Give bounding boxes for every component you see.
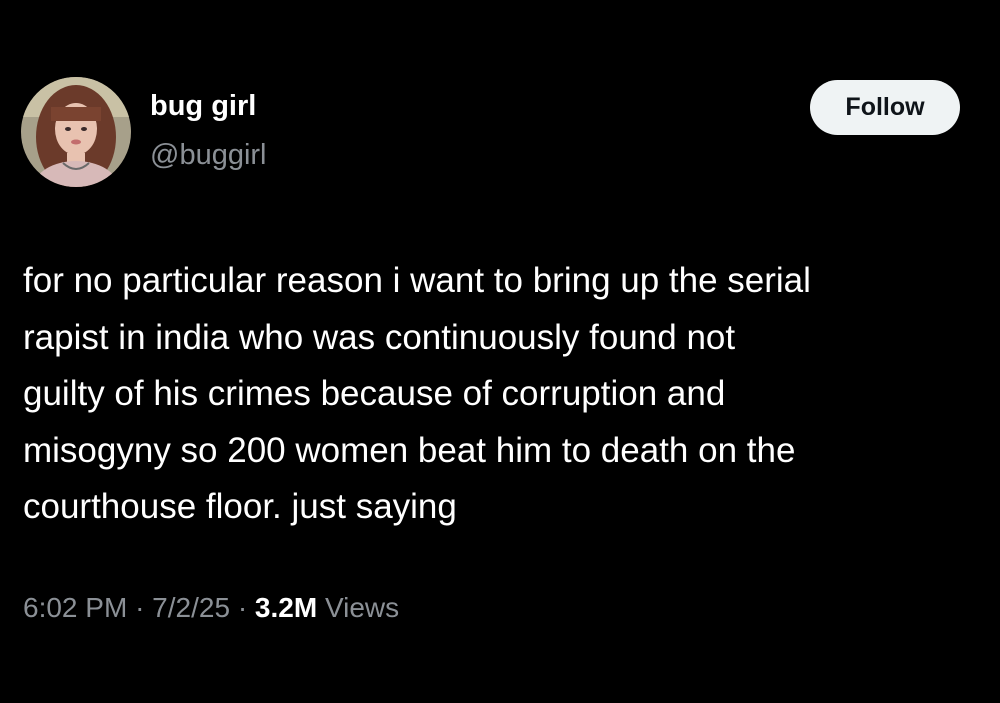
avatar[interactable]	[21, 77, 131, 187]
author-handle[interactable]: @buggirl	[150, 138, 267, 172]
tweet-text: for no particular reason i want to bring…	[23, 253, 983, 536]
meta-separator: ·	[135, 592, 145, 623]
tweet-card: bug girl @buggirl Follow for no particul…	[0, 0, 1000, 703]
tweet-time[interactable]: 6:02 PM	[23, 592, 127, 623]
follow-button[interactable]: Follow	[810, 80, 960, 135]
tweet-text-line: misogyny so 200 women beat him to death …	[23, 430, 796, 470]
tweet-text-line: rapist in india who was continuously fou…	[23, 317, 736, 357]
author-display-name[interactable]: bug girl	[150, 89, 256, 123]
meta-separator: ·	[237, 592, 248, 623]
avatar-image	[21, 77, 131, 187]
tweet-text-line: guilty of his crimes because of corrupti…	[23, 374, 726, 413]
tweet-text-line: for no particular reason i want to bring…	[23, 261, 811, 300]
views-count: 3.2M	[254, 592, 318, 623]
tweet-date[interactable]: 7/2/25	[152, 592, 230, 623]
tweet-text-line: courthouse floor. just saying	[23, 487, 457, 526]
tweet-metadata: 6:02 PM · 7/2/25 · 3.2M Views	[23, 590, 399, 626]
views-label: Views	[324, 592, 400, 623]
